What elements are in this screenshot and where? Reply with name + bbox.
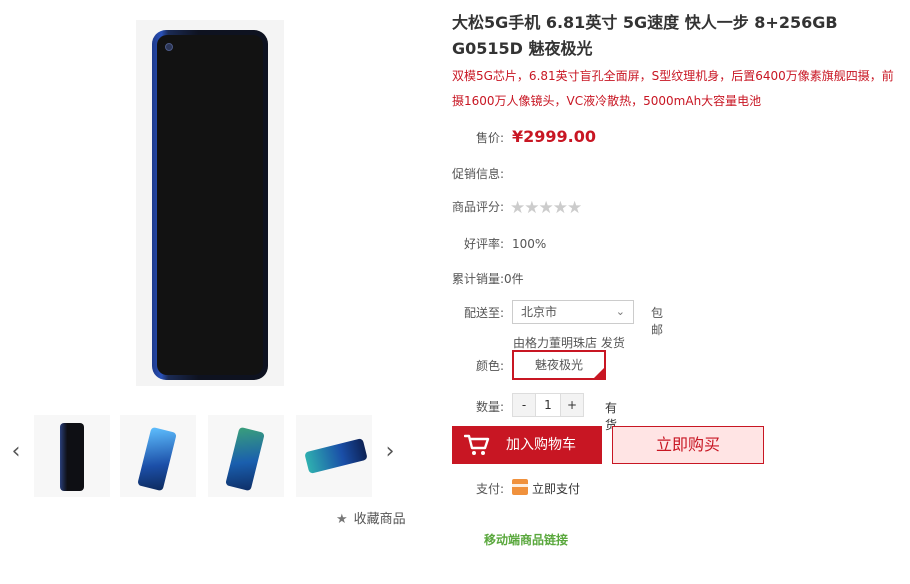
free-shipping-note: 包邮 (651, 306, 664, 337)
thumbnail-3[interactable] (208, 415, 284, 497)
quantity-label: 数量: (475, 400, 504, 414)
shop-info: 由格力董明珠店 发货 (513, 336, 625, 350)
sales-row: 累计销量:0件 (452, 270, 524, 287)
city-select[interactable]: 北京市 ⌄ (512, 300, 634, 324)
phone-image (152, 30, 268, 380)
product-title: 大松5G手机 6.81英寸 5G速度 快人一步 8+256GB G0515D 魅… (452, 13, 838, 58)
thumbnail-2[interactable] (120, 415, 196, 497)
star-icon: ★ (336, 512, 348, 527)
price-label: 售价: (475, 131, 504, 145)
good-rate-row: 好评率: 100% (452, 235, 546, 252)
good-rate-label: 好评率: (463, 237, 504, 251)
add-to-cart-button[interactable]: 加入购物车 (452, 426, 602, 464)
shipping-label: 配送至: (463, 306, 504, 320)
price-row: 售价: ¥2999.00 (452, 127, 596, 146)
color-label: 颜色: (475, 359, 504, 373)
thumb-prev-arrow-icon[interactable]: ‹ (6, 440, 26, 464)
color-option-label: 魅夜极光 (534, 358, 583, 372)
favorite-button[interactable]: ★ 收藏商品 (336, 508, 406, 527)
mobile-product-link[interactable]: 移动端商品链接 (484, 531, 568, 548)
chevron-down-icon: ⌄ (615, 305, 625, 318)
thumbnail-4[interactable] (296, 415, 372, 497)
sales-value: 0件 (504, 272, 524, 286)
rating-row: 商品评分: ★★★★★ (452, 198, 582, 218)
promo-label: 促销信息: (452, 167, 505, 181)
quantity-plus-button[interactable]: + (561, 394, 583, 416)
front-camera (165, 43, 173, 51)
payment-label: 支付: (475, 482, 504, 496)
add-to-cart-label: 加入购物车 (506, 437, 576, 453)
rating-label: 商品评分: (452, 200, 505, 214)
shopping-cart-icon (464, 434, 490, 455)
quantity-stepper: - 1 + (512, 393, 584, 417)
selected-corner-icon (594, 368, 604, 378)
city-value: 北京市 (521, 305, 558, 319)
price-value: ¥2999.00 (512, 127, 597, 146)
color-option-selected[interactable]: 魅夜极光 (512, 350, 606, 380)
rating-stars-icon: ★★★★★ (510, 198, 582, 218)
buy-now-button[interactable]: 立即购买 (612, 426, 764, 464)
quantity-minus-button[interactable]: - (513, 394, 535, 416)
main-product-image (136, 20, 284, 386)
thumbnail-1[interactable] (34, 415, 110, 497)
favorite-label: 收藏商品 (353, 512, 406, 527)
payment-method[interactable]: 立即支付 (532, 480, 580, 497)
quantity-input[interactable]: 1 (535, 394, 561, 416)
sales-label: 累计销量: (452, 272, 505, 286)
product-subtitle: 双模5G芯片，6.81英寸盲孔全面屏，S型纹理机身，后置6400万像素旗舰四摄，… (452, 69, 894, 108)
promo-row: 促销信息: (452, 165, 504, 182)
good-rate-value: 100% (512, 237, 547, 251)
wallet-icon (512, 479, 528, 495)
thumb-next-arrow-icon[interactable]: › (380, 440, 400, 464)
